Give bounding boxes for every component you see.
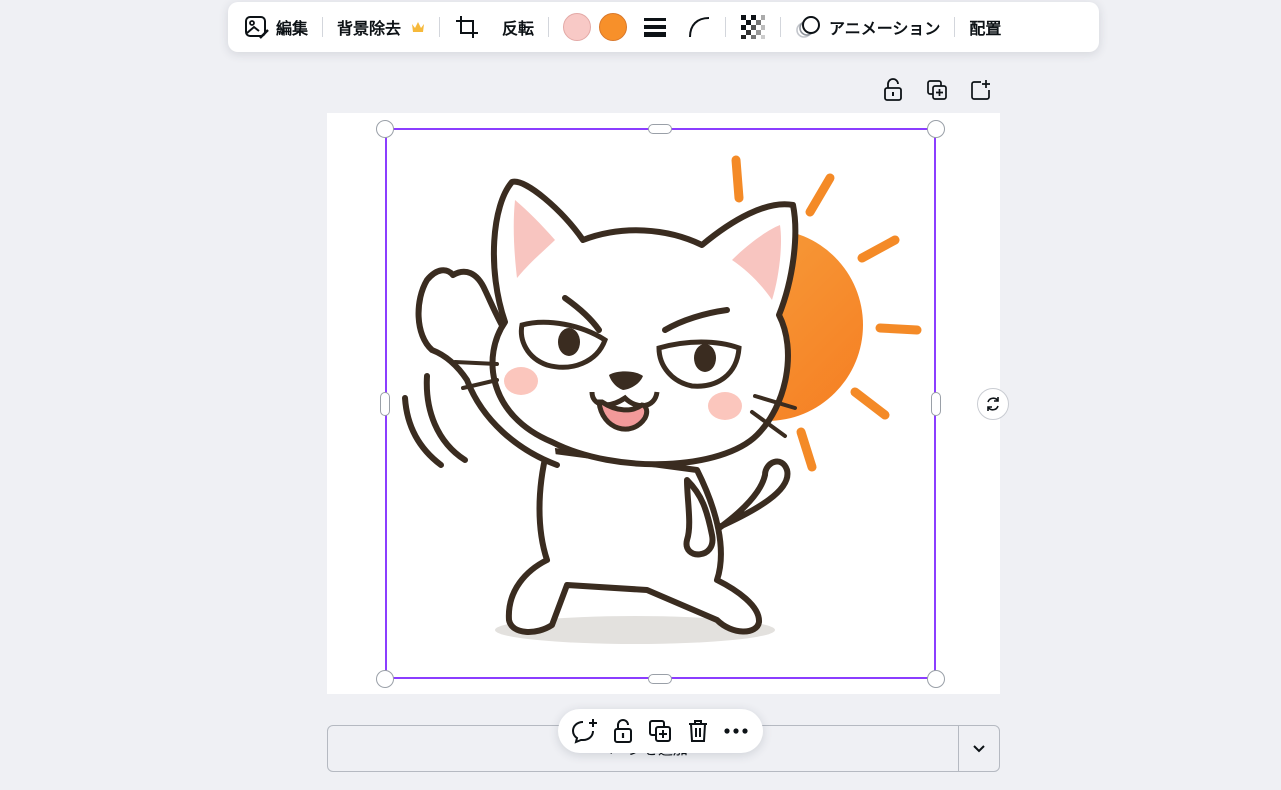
- toolbar-divider: [548, 17, 550, 37]
- toolbar-divider: [954, 17, 956, 37]
- chevron-down-icon: [973, 744, 985, 752]
- more-options-button[interactable]: [721, 717, 751, 745]
- animate-label: アニメーション: [829, 19, 941, 38]
- rotate-icon: [987, 397, 999, 411]
- transparency-button[interactable]: [736, 9, 770, 45]
- add-page-icon: [971, 80, 990, 100]
- resize-handle-top-right[interactable]: [927, 120, 945, 138]
- color-swatch-1: [563, 13, 592, 41]
- comment-icon: [571, 719, 597, 744]
- crop-button[interactable]: [450, 9, 484, 45]
- resize-handle-bottom-left[interactable]: [376, 670, 394, 688]
- corner-rounding-button[interactable]: [683, 9, 715, 45]
- resize-handle-bottom[interactable]: [648, 674, 672, 684]
- toolbar-divider: [322, 17, 324, 37]
- color-swatch-2: [599, 13, 628, 41]
- arrange-button[interactable]: 配置: [965, 9, 1005, 45]
- edit-image-label: 編集: [276, 19, 309, 38]
- selection-frame: [385, 128, 936, 679]
- quick-actions-bar: [558, 709, 763, 753]
- bg-remove-label: 背景除去: [337, 19, 402, 38]
- color-swatch-pink[interactable]: [559, 9, 595, 45]
- image-edit-icon: [245, 16, 269, 39]
- duplicate-page-button[interactable]: [922, 76, 952, 104]
- edit-image-button[interactable]: 編集: [240, 9, 312, 45]
- crown-icon: [412, 22, 425, 32]
- resize-handle-right[interactable]: [931, 392, 941, 416]
- page-tools: [878, 76, 996, 104]
- flip-button[interactable]: 反転: [498, 9, 538, 45]
- stroke-weight-button[interactable]: [639, 9, 671, 45]
- transparency-icon: [741, 15, 766, 39]
- crop-icon: [456, 16, 479, 38]
- resize-handle-top-left[interactable]: [376, 120, 394, 138]
- animation-icon: [796, 16, 821, 38]
- duplicate-button[interactable]: [645, 717, 675, 745]
- delete-button[interactable]: [683, 717, 713, 745]
- toolbar-divider: [439, 17, 441, 37]
- flip-label: 反転: [502, 19, 535, 38]
- animate-button[interactable]: アニメーション: [791, 9, 944, 45]
- color-swatch-orange[interactable]: [595, 9, 631, 45]
- toolbar-divider: [725, 17, 727, 37]
- element-toolbar: 編集 背景除去 反転 アニメーション 配置: [228, 2, 1099, 52]
- more-icon: [724, 728, 748, 734]
- corner-rounding-icon: [689, 17, 710, 38]
- comment-button[interactable]: [570, 717, 600, 745]
- duplicate-icon: [649, 720, 672, 742]
- bg-remove-button[interactable]: 背景除去: [333, 9, 429, 45]
- add-page-top-button[interactable]: [966, 76, 996, 104]
- resize-handle-top[interactable]: [648, 124, 672, 134]
- duplicate-page-icon: [927, 80, 947, 100]
- trash-icon: [689, 720, 708, 742]
- resize-handle-left[interactable]: [380, 392, 390, 416]
- resize-handle-bottom-right[interactable]: [927, 670, 945, 688]
- lock-page-button[interactable]: [878, 76, 908, 104]
- arrange-label: 配置: [969, 19, 1002, 38]
- lock-button[interactable]: [608, 717, 638, 745]
- stroke-weight-icon: [644, 18, 667, 37]
- lock-icon: [613, 719, 632, 743]
- toolbar-divider: [780, 17, 782, 37]
- lock-icon: [884, 78, 902, 101]
- rotate-button[interactable]: [977, 388, 1009, 420]
- add-page-dropdown[interactable]: [958, 725, 1000, 772]
